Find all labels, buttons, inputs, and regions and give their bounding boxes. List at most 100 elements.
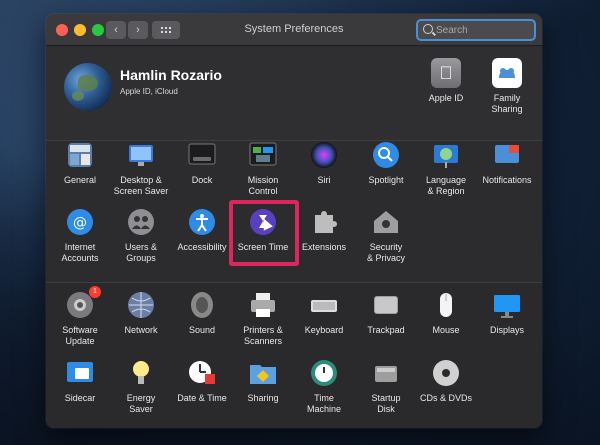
displays-icon: [492, 290, 522, 320]
pane-sharing[interactable]: Sharing: [231, 358, 295, 404]
pane-notifications[interactable]: Notifications: [475, 140, 539, 186]
title-bar: ‹ › System Preferences: [46, 14, 542, 46]
startup-disk-icon: [371, 358, 401, 388]
time-machine-icon: [309, 358, 339, 388]
keyboard-icon: [309, 290, 339, 320]
dock-icon: [187, 140, 217, 170]
pane-label: Internet Accounts: [61, 242, 99, 263]
pane-internet-accounts[interactable]: @ Internet Accounts: [48, 207, 112, 264]
general-icon: [65, 140, 95, 170]
sidecar-icon: [65, 358, 95, 388]
notifications-icon: [492, 140, 522, 170]
pane-sidecar[interactable]: Sidecar: [48, 358, 112, 404]
pane-software-update[interactable]: 1 Software Update: [48, 286, 112, 347]
user-subtitle: Apple ID, iCloud: [120, 87, 178, 96]
accessibility-icon: [187, 207, 217, 237]
pane-label: Printers & Scanners: [243, 325, 283, 346]
pane-network[interactable]: Network: [109, 290, 173, 336]
family-sharing-icon: [492, 58, 522, 88]
pane-label: Network: [124, 325, 158, 335]
cds-dvds-icon: [431, 358, 461, 388]
search-input[interactable]: [436, 23, 531, 37]
pane-dock[interactable]: Dock: [170, 140, 234, 186]
svg-text:@: @: [73, 215, 87, 231]
trackpad-icon: [371, 290, 401, 320]
pane-label: Displays: [489, 325, 524, 335]
internet-accounts-icon: @: [65, 207, 95, 237]
search-field[interactable]: [416, 19, 536, 41]
pane-label: Dock: [191, 175, 213, 185]
mouse-icon: [431, 290, 461, 320]
spotlight-icon: [371, 140, 401, 170]
energy-saver-icon: [126, 358, 156, 388]
update-count-badge: 1: [89, 286, 101, 298]
pane-time-machine[interactable]: Time Machine: [292, 358, 356, 415]
pane-family-sharing[interactable]: Family Sharing: [475, 58, 539, 115]
pane-label: Mission Control: [247, 175, 279, 196]
pane-label: Language & Region: [425, 175, 467, 196]
pane-language-region[interactable]: Language & Region: [414, 140, 478, 197]
earth-land-shape: [78, 75, 98, 91]
pane-label: Users & Groups: [124, 242, 157, 263]
pane-extensions[interactable]: Extensions: [292, 207, 356, 253]
pane-label: Apple ID: [428, 93, 464, 103]
siri-icon: [309, 140, 339, 170]
pane-sound[interactable]: Sound: [170, 290, 234, 336]
pane-security-privacy[interactable]: Security & Privacy: [354, 207, 418, 264]
pane-label: Spotlight: [368, 175, 404, 185]
pane-cds-dvds[interactable]: CDs & DVDs: [414, 358, 478, 404]
pane-label: Siri: [317, 175, 331, 185]
pane-label: Desktop & Screen Saver: [113, 175, 169, 196]
sound-icon: [187, 290, 217, 320]
pane-mouse[interactable]: Mouse: [414, 290, 478, 336]
pane-spotlight[interactable]: Spotlight: [354, 140, 418, 186]
pane-label: Sound: [188, 325, 216, 335]
search-icon: [423, 24, 433, 34]
pane-label: Time Machine: [306, 393, 342, 414]
apple-id-icon: : [431, 58, 461, 88]
pane-users-groups[interactable]: Users & Groups: [109, 207, 173, 264]
pane-energy-saver[interactable]: Energy Saver: [109, 358, 173, 415]
pane-label: Sharing: [247, 393, 279, 403]
pane-label: Extensions: [301, 242, 347, 252]
user-name[interactable]: Hamlin Rozario: [120, 67, 222, 83]
desktop-screensaver-icon: [126, 140, 156, 170]
pane-desktop-screensaver[interactable]: Desktop & Screen Saver: [109, 140, 173, 197]
screen-time-highlight-box: [229, 200, 299, 266]
pane-label: Startup Disk: [371, 393, 401, 414]
pane-date-time[interactable]: Date & Time: [170, 358, 234, 404]
pane-label: Notifications: [482, 175, 532, 185]
pane-siri[interactable]: Siri: [292, 140, 356, 186]
extensions-icon: [309, 207, 339, 237]
pane-displays[interactable]: Displays: [475, 290, 539, 336]
pane-label: General: [63, 175, 97, 185]
mission-control-icon: [248, 140, 278, 170]
security-privacy-icon: [371, 207, 401, 237]
pane-label: Keyboard: [304, 325, 344, 335]
pane-label: Family Sharing: [491, 93, 523, 114]
pane-startup-disk[interactable]: Startup Disk: [354, 358, 418, 415]
pane-label: CDs & DVDs: [419, 393, 472, 403]
pane-general[interactable]: General: [48, 140, 112, 186]
pane-apple-id[interactable]:  Apple ID: [414, 58, 478, 104]
earth-land-shape: [72, 91, 84, 101]
printers-scanners-icon: [248, 290, 278, 320]
avatar[interactable]: [64, 63, 112, 111]
pane-label: Sidecar: [64, 393, 96, 403]
pane-label: Date & Time: [177, 393, 227, 403]
pane-keyboard[interactable]: Keyboard: [292, 290, 356, 336]
network-icon: [126, 290, 156, 320]
pane-label: Software Update: [62, 325, 98, 346]
date-time-icon: [187, 358, 217, 388]
software-update-icon: 1: [65, 286, 101, 320]
pane-trackpad[interactable]: Trackpad: [354, 290, 418, 336]
users-groups-icon: [126, 207, 156, 237]
pane-label: Accessibility: [177, 242, 227, 252]
pane-printers-scanners[interactable]: Printers & Scanners: [231, 290, 295, 347]
section-divider: [46, 282, 542, 283]
pane-label: Trackpad: [367, 325, 405, 335]
pane-label: Security & Privacy: [366, 242, 405, 263]
pane-mission-control[interactable]: Mission Control: [231, 140, 295, 197]
pane-label: Energy Saver: [126, 393, 156, 414]
pane-accessibility[interactable]: Accessibility: [170, 207, 234, 253]
